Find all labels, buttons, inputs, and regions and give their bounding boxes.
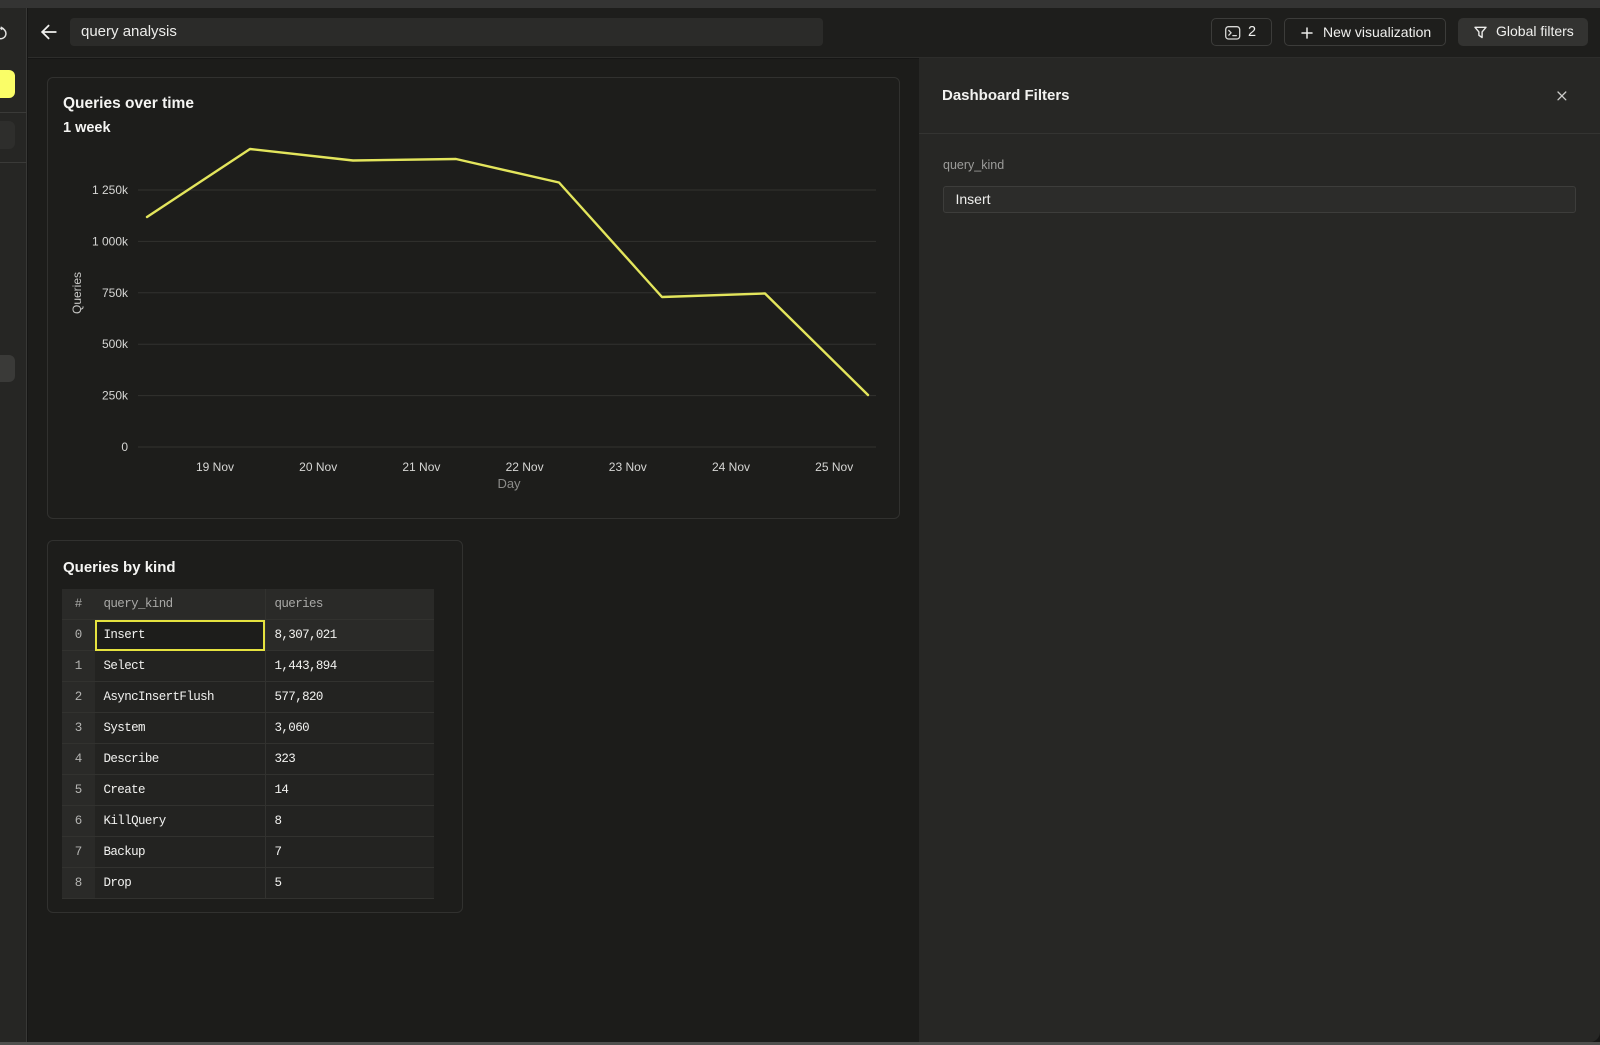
svg-text:0: 0 bbox=[121, 440, 128, 454]
svg-text:1 250k: 1 250k bbox=[92, 183, 129, 197]
svg-text:21 Nov: 21 Nov bbox=[402, 460, 440, 474]
svg-text:500k: 500k bbox=[102, 337, 129, 351]
svg-text:22 Nov: 22 Nov bbox=[506, 460, 544, 474]
svg-text:250k: 250k bbox=[102, 389, 129, 403]
svg-text:Day: Day bbox=[497, 476, 521, 491]
svg-text:25 Nov: 25 Nov bbox=[815, 460, 853, 474]
svg-text:Queries: Queries bbox=[70, 272, 84, 314]
svg-text:20 Nov: 20 Nov bbox=[299, 460, 337, 474]
svg-text:1 000k: 1 000k bbox=[92, 234, 129, 248]
svg-text:23 Nov: 23 Nov bbox=[609, 460, 647, 474]
svg-text:24 Nov: 24 Nov bbox=[712, 460, 750, 474]
svg-text:750k: 750k bbox=[102, 286, 129, 300]
svg-text:19 Nov: 19 Nov bbox=[196, 460, 234, 474]
